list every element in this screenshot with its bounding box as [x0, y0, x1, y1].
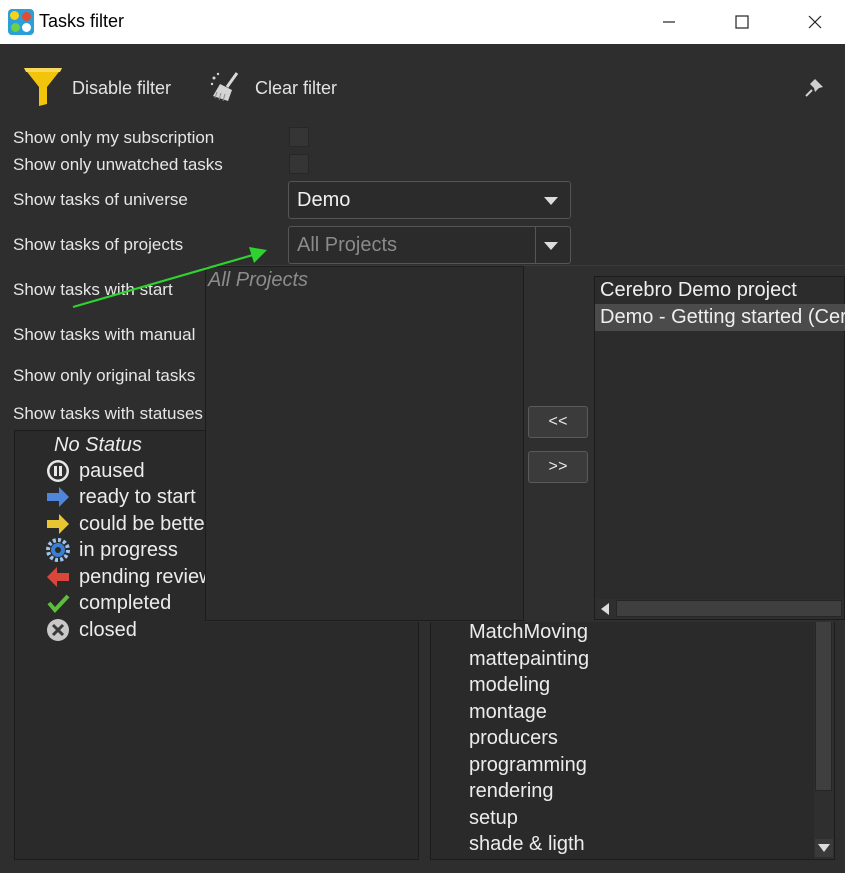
- universe-label: Show tasks of universe: [13, 190, 188, 209]
- subscription-checkbox[interactable]: [289, 127, 309, 147]
- list-item[interactable]: Demo - Getting started (Cerebro): [595, 304, 845, 331]
- pin-icon: [805, 79, 823, 97]
- scroll-down-button[interactable]: [815, 839, 833, 857]
- pause-icon: [46, 459, 70, 483]
- chevron-down-icon: [544, 197, 558, 205]
- chevron-left-icon: [601, 603, 609, 615]
- scrollbar-thumb[interactable]: [815, 601, 832, 791]
- close-button[interactable]: [795, 6, 835, 38]
- status-item-could-be-better[interactable]: could be better: [46, 511, 211, 537]
- minimize-icon: [663, 21, 675, 23]
- unwatched-checkbox[interactable]: [289, 154, 309, 174]
- list-item[interactable]: rendering: [469, 780, 554, 803]
- original-label: Show only original tasks: [13, 366, 196, 385]
- closed-x-icon: [46, 618, 70, 642]
- blue-arrow-icon: [46, 485, 70, 509]
- red-arrow-icon: [46, 565, 70, 589]
- vertical-scrollbar[interactable]: [814, 601, 834, 859]
- list-item[interactable]: MatchMoving: [469, 621, 588, 644]
- maximize-icon: [735, 15, 749, 29]
- subscription-label: Show only my subscription: [13, 128, 215, 147]
- title-bar: [0, 0, 845, 44]
- list-item[interactable]: Cerebro Demo project: [595, 277, 845, 304]
- app-icon: [8, 9, 34, 35]
- close-icon: [808, 15, 822, 29]
- broom-icon: [210, 72, 239, 102]
- projects-select[interactable]: All Projects: [288, 226, 571, 264]
- status-item-paused[interactable]: paused: [46, 458, 145, 484]
- chevron-down-icon: [544, 242, 558, 250]
- clear-filter-button[interactable]: [210, 70, 244, 109]
- scroll-left-button[interactable]: [597, 601, 613, 617]
- manual-label: Show tasks with manual: [13, 325, 196, 344]
- status-item-pending-review[interactable]: pending review: [46, 564, 214, 590]
- maximize-button[interactable]: [722, 6, 762, 38]
- list-item[interactable]: producers: [469, 727, 558, 750]
- statuses-label: Show tasks with statuses: [13, 404, 203, 423]
- available-projects-list[interactable]: Cerebro Demo project Demo - Getting star…: [594, 276, 845, 620]
- combo-divider: [535, 227, 536, 263]
- selected-projects-list[interactable]: All Projects: [205, 266, 524, 621]
- list-item[interactable]: shade & ligth: [469, 833, 585, 856]
- status-item-no-status[interactable]: No Status: [54, 432, 142, 458]
- disable-filter-label[interactable]: Disable filter: [72, 78, 171, 99]
- universe-select[interactable]: Demo: [288, 181, 571, 219]
- list-item[interactable]: montage: [469, 701, 547, 724]
- yellow-arrow-icon: [46, 512, 70, 536]
- checkmark-icon: [46, 591, 70, 615]
- chevron-down-icon: [818, 844, 830, 852]
- horizontal-scrollbar[interactable]: [595, 599, 844, 619]
- add-project-button[interactable]: >>: [528, 451, 588, 483]
- window-title: Tasks filter: [39, 11, 125, 31]
- project-picker-popup: All Projects << >> Cerebro Demo project …: [205, 265, 845, 622]
- projects-value: All Projects: [297, 234, 398, 256]
- scrollbar-thumb[interactable]: [616, 600, 842, 617]
- annotation-arrow-icon: [72, 247, 267, 309]
- status-item-completed[interactable]: completed: [46, 590, 171, 616]
- activity-list[interactable]: MatchMoving mattepainting modeling monta…: [430, 600, 835, 860]
- list-item[interactable]: mattepainting: [469, 648, 589, 671]
- funnel-icon: [24, 68, 62, 106]
- status-item-in-progress[interactable]: in progress: [46, 537, 178, 563]
- list-item[interactable]: modeling: [469, 674, 550, 697]
- status-item-closed[interactable]: closed: [46, 617, 137, 643]
- status-item-ready[interactable]: ready to start: [46, 484, 196, 510]
- universe-value: Demo: [297, 189, 351, 211]
- disable-filter-button[interactable]: [22, 66, 64, 113]
- clear-filter-label[interactable]: Clear filter: [255, 78, 337, 99]
- list-item[interactable]: programming: [469, 754, 587, 777]
- list-item[interactable]: setup: [469, 807, 518, 830]
- unwatched-label: Show only unwatched tasks: [13, 155, 223, 174]
- gear-icon: [46, 538, 70, 562]
- minimize-button[interactable]: [649, 6, 689, 38]
- pin-button[interactable]: [803, 77, 825, 104]
- remove-project-button[interactable]: <<: [528, 406, 588, 438]
